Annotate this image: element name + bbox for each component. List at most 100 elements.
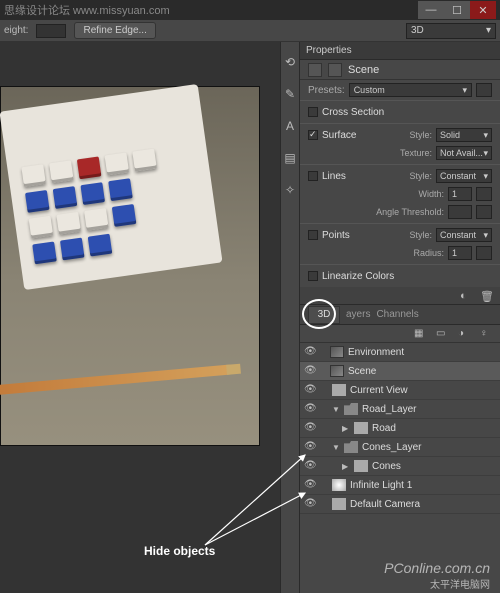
lines-width-input[interactable]: 1: [448, 187, 472, 201]
tree-row-cones[interactable]: 👁 ▶ Cones: [300, 457, 500, 476]
item-label: Environment: [348, 347, 404, 358]
tree-row-environment[interactable]: 👁 Environment: [300, 343, 500, 362]
lines-style-dropdown[interactable]: Constant▾: [436, 169, 492, 183]
scene-label: Scene: [348, 64, 379, 76]
points-style-value: Constant: [440, 230, 476, 240]
tool-dock: ⟲ ✎ A ▤ ✧: [280, 42, 300, 593]
visibility-eye-icon[interactable]: 👁: [304, 460, 316, 472]
light-icon: [332, 479, 346, 491]
render-icon[interactable]: ◐: [460, 290, 472, 302]
surface-checkbox[interactable]: [308, 130, 318, 140]
canvas-area[interactable]: [0, 42, 280, 593]
filter-light-icon[interactable]: ♀: [480, 328, 492, 340]
tab-layers[interactable]: ayers: [346, 309, 370, 320]
item-label: Infinite Light 1: [350, 480, 412, 491]
surface-texture-label: Texture:: [362, 148, 432, 158]
surface-label: Surface: [322, 130, 398, 141]
points-radius-swatch[interactable]: [476, 246, 492, 260]
linearize-label: Linearize Colors: [322, 271, 492, 282]
preset-menu-button[interactable]: [476, 83, 492, 97]
lines-checkbox[interactable]: [308, 171, 318, 181]
calculator-image: [0, 84, 223, 290]
tree-row-cones-layer[interactable]: 👁 ▼ Cones_Layer: [300, 438, 500, 457]
properties-panel-tab[interactable]: Properties: [300, 42, 500, 60]
title-text: 思缘设计论坛 www.missyuan.com: [4, 2, 170, 18]
points-checkbox[interactable]: [308, 230, 318, 240]
tree-row-road-layer[interactable]: 👁 ▼ Road_Layer: [300, 400, 500, 419]
tab-channels[interactable]: Channels: [376, 309, 418, 320]
filter-mesh-icon[interactable]: ▭: [436, 328, 448, 340]
folder-icon: [344, 403, 358, 415]
tab-3d[interactable]: 3D: [308, 306, 340, 324]
cross-section-checkbox[interactable]: [308, 107, 318, 117]
watermark-line2: 太平洋电脑网: [384, 576, 490, 591]
character-icon[interactable]: A: [282, 118, 298, 134]
watermark: PConline.com.cn 太平洋电脑网: [384, 560, 490, 591]
close-button[interactable]: ✕: [470, 1, 496, 19]
presets-dropdown[interactable]: Custom ▾: [349, 83, 472, 97]
disclosure-triangle-icon[interactable]: ▶: [342, 424, 350, 433]
visibility-eye-icon[interactable]: 👁: [304, 403, 316, 415]
lines-width-swatch[interactable]: [476, 187, 492, 201]
points-style-label: Style:: [402, 230, 432, 240]
tree-row-current-view[interactable]: 👁 Current View: [300, 381, 500, 400]
visibility-eye-icon[interactable]: 👁: [304, 346, 316, 358]
points-radius-input[interactable]: 1: [448, 246, 472, 260]
environment-icon: [330, 346, 344, 358]
swatch-icon[interactable]: ✧: [282, 182, 298, 198]
visibility-eye-icon[interactable]: 👁: [304, 422, 316, 434]
points-style-dropdown[interactable]: Constant ▾: [436, 228, 492, 242]
camera-icon: [332, 498, 346, 510]
item-label: Default Camera: [350, 499, 420, 510]
minimize-button[interactable]: —: [418, 1, 444, 19]
brush-icon[interactable]: ✎: [282, 86, 298, 102]
options-bar: eight: Refine Edge... 3D ▾: [0, 20, 500, 42]
paragraph-icon[interactable]: ▤: [282, 150, 298, 166]
filter-material-icon[interactable]: ◑: [458, 328, 470, 340]
tree-row-infinite-light[interactable]: 👁 Infinite Light 1: [300, 476, 500, 495]
chevron-down-icon: ▾: [483, 230, 488, 241]
points-radius-label: Radius:: [374, 248, 444, 258]
surface-style-dropdown[interactable]: Solid ▾: [436, 128, 492, 142]
surface-texture-value: Not Avail...: [440, 148, 483, 158]
filter-scene-icon[interactable]: ▦: [414, 328, 426, 340]
item-label: Road: [372, 423, 396, 434]
presets-label: Presets:: [308, 85, 345, 96]
chevron-down-icon: ▾: [483, 171, 488, 182]
surface-style-value: Solid: [440, 130, 460, 140]
visibility-eye-icon[interactable]: 👁: [304, 441, 316, 453]
item-label: Cones_Layer: [362, 442, 421, 453]
visibility-eye-icon[interactable]: 👁: [304, 479, 316, 491]
linearize-checkbox[interactable]: [308, 271, 318, 281]
scene-icon: [328, 63, 342, 77]
refine-edge-button[interactable]: Refine Edge...: [74, 22, 155, 39]
angle-threshold-label: Angle Threshold:: [354, 207, 444, 217]
disclosure-triangle-icon[interactable]: ▼: [332, 443, 340, 452]
maximize-button[interactable]: ☐: [444, 1, 470, 19]
surface-texture-dropdown[interactable]: Not Avail...▾: [436, 146, 492, 160]
visibility-eye-icon[interactable]: 👁: [304, 498, 316, 510]
tree-row-road[interactable]: 👁 ▶ Road: [300, 419, 500, 438]
visibility-eye-icon[interactable]: 👁: [304, 384, 316, 396]
tree-row-default-camera[interactable]: 👁 Default Camera: [300, 495, 500, 514]
height-input[interactable]: [36, 24, 66, 38]
disclosure-triangle-icon[interactable]: ▶: [342, 462, 350, 471]
trash-icon[interactable]: 🗑: [480, 290, 492, 302]
presets-value: Custom: [354, 85, 385, 95]
disclosure-triangle-icon[interactable]: ▼: [332, 405, 340, 414]
angle-threshold-swatch[interactable]: [476, 205, 492, 219]
scene-icon: [330, 365, 344, 377]
document-canvas[interactable]: [0, 86, 260, 446]
visibility-eye-icon[interactable]: 👁: [304, 365, 316, 377]
item-label: Road_Layer: [362, 404, 416, 415]
item-label: Current View: [350, 385, 408, 396]
workspace-dropdown-value: 3D: [411, 25, 424, 36]
history-icon[interactable]: ⟲: [282, 54, 298, 70]
scene-type-icon[interactable]: [308, 63, 322, 77]
workspace-dropdown[interactable]: 3D ▾: [406, 23, 496, 39]
angle-threshold-input[interactable]: [448, 205, 472, 219]
annotation-label: Hide objects: [144, 544, 215, 558]
height-label: eight:: [4, 25, 28, 36]
chevron-down-icon: ▾: [483, 130, 488, 141]
tree-row-scene[interactable]: 👁 Scene: [300, 362, 500, 381]
